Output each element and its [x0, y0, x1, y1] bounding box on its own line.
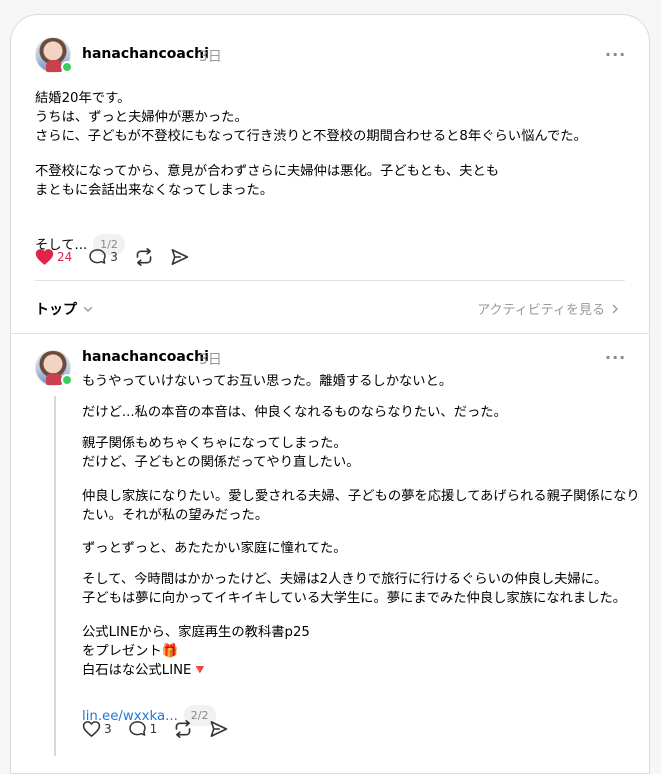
comment-icon: [89, 249, 107, 264]
activity-link-label: アクティビティを見る: [477, 303, 605, 318]
post-text-1: 結婚20年です。 うちは、ずっと夫婦仲が悪かった。 さらに、子どもが不登校にもな…: [35, 91, 587, 144]
post-actions: 24 3: [35, 248, 205, 266]
avatar-figure: [46, 60, 62, 72]
share-button[interactable]: [209, 720, 228, 738]
share-icon: [171, 249, 189, 265]
share-icon: [210, 721, 228, 737]
activity-link[interactable]: アクティビティを見る: [477, 299, 621, 318]
reply-count: 3: [110, 250, 118, 264]
repost-icon: [175, 720, 191, 738]
post-text-7: 公式LINEから、家庭再生の教科書p25 をプレゼント🎁 白石はな公式LINE🔻: [82, 625, 310, 678]
username[interactable]: hanachancoachi: [82, 349, 209, 365]
more-icon[interactable]: ···: [605, 45, 626, 64]
heart-icon: [82, 721, 101, 737]
repost-button[interactable]: [134, 248, 154, 266]
share-button[interactable]: [170, 248, 189, 266]
reply-button[interactable]: 1: [128, 720, 158, 738]
comment-icon: [128, 721, 146, 736]
post-text-3: 親子関係もめちゃくちゃになってしまった。 だけど、子どもとの関係だってやり直した…: [82, 436, 360, 470]
online-indicator: [61, 374, 73, 386]
username[interactable]: hanachancoachi: [82, 46, 209, 62]
post-text-2: 不登校になってから、意見が合わずさらに夫婦仲は悪化。子どもとも、夫とも まともに…: [35, 164, 500, 198]
post-text-4: 仲良し家族になりたい。愛し愛される夫婦、子どもの夢を応援してあげられる親子関係に…: [82, 489, 640, 523]
like-count: 24: [57, 250, 73, 264]
more-icon[interactable]: ···: [605, 348, 626, 367]
avatar[interactable]: [35, 350, 73, 386]
like-button[interactable]: 24: [35, 248, 72, 266]
post-actions: 3 1: [82, 720, 244, 738]
post-text-6: そして、今時間はかかったけど、夫婦は2人きりで旅行に行けるぐらいの仲良し夫婦に。…: [82, 572, 627, 606]
online-indicator: [61, 61, 73, 73]
feed-card: hanachancoachi 3日 ··· 結婚20年です。 うちは、ずっと夫婦…: [10, 14, 650, 774]
chevron-right-icon: [612, 304, 618, 313]
thread-line: [54, 396, 56, 756]
post-text-1: もうやっていけないってお互い思った。離婚するしかないと。: [82, 374, 453, 389]
post-time[interactable]: 3日: [199, 46, 222, 66]
section-divider: [11, 333, 649, 334]
repost-icon: [136, 248, 152, 266]
divider: [35, 280, 625, 281]
reply-count: 1: [149, 722, 158, 736]
avatar[interactable]: [35, 37, 73, 73]
sort-label: トップ: [35, 302, 77, 318]
chevron-down-icon: [83, 306, 93, 312]
reply-button[interactable]: 3: [88, 248, 118, 266]
like-count: 3: [104, 722, 112, 736]
heart-icon: [35, 249, 54, 265]
repost-button[interactable]: [173, 720, 193, 738]
avatar-figure: [46, 373, 62, 385]
post-text-2: だけど...私の本音の本音は、仲良くなれるものならなりたい、だった。: [82, 405, 507, 420]
post-text-5: ずっとずっと、あたたかい家庭に憧れてた。: [82, 541, 347, 556]
sort-dropdown[interactable]: トップ: [35, 299, 94, 319]
post-time[interactable]: 3日: [199, 349, 222, 369]
like-button[interactable]: 3: [82, 720, 112, 738]
